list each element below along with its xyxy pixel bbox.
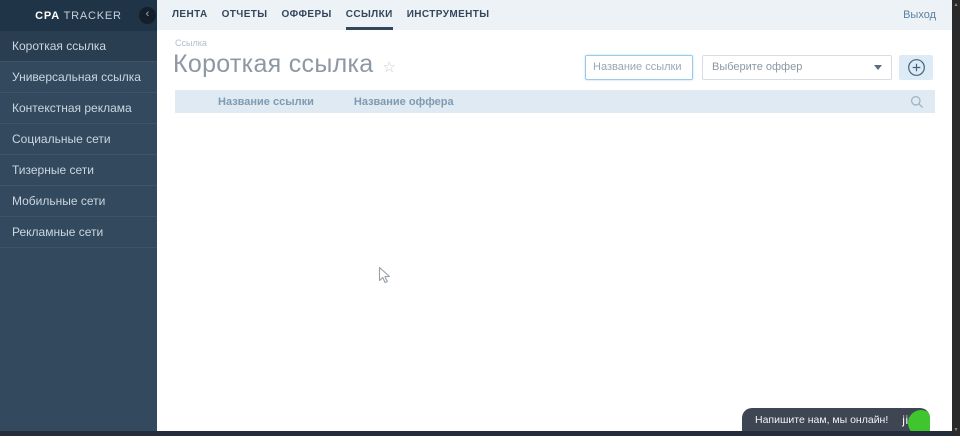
- favorite-star-icon[interactable]: ☆: [383, 58, 396, 76]
- tab-feed[interactable]: ЛЕНТА: [172, 0, 208, 30]
- chevron-left-icon: ‹: [145, 8, 150, 20]
- top-navigation: ЛЕНТА ОТЧЕТЫ ОФФЕРЫ ССЫЛКИ ИНСТРУМЕНТЫ В…: [157, 0, 952, 30]
- sidebar-item-ad-networks[interactable]: Рекламные сети: [0, 217, 157, 248]
- table-search-icon[interactable]: [910, 95, 924, 109]
- sidebar-collapse-button[interactable]: ‹: [139, 7, 156, 24]
- sidebar-item-teaser-networks[interactable]: Тизерные сети: [0, 155, 157, 186]
- main-area: ЛЕНТА ОТЧЕТЫ ОФФЕРЫ ССЫЛКИ ИНСТРУМЕНТЫ В…: [157, 0, 952, 431]
- plus-circle-icon: [907, 58, 926, 77]
- tab-links[interactable]: ССЫЛКИ: [345, 0, 393, 30]
- sidebar-item-mobile-networks[interactable]: Мобильные сети: [0, 186, 157, 217]
- sidebar-item-short-link[interactable]: Короткая ссылка: [0, 31, 157, 62]
- window-bottom-edge: [0, 431, 952, 436]
- page-title: Короткая ссылка: [173, 50, 374, 78]
- scroll-down-icon[interactable]: ▼: [952, 426, 960, 434]
- add-link-button[interactable]: [899, 54, 933, 80]
- chat-bubble-icon: [908, 410, 930, 431]
- app-logo: CPA TRACKER: [35, 10, 122, 22]
- breadcrumb: Ссылка: [175, 38, 207, 48]
- page-title-row: Короткая ссылка ☆: [173, 50, 396, 79]
- tab-tools[interactable]: ИНСТРУМЕНТЫ: [407, 0, 490, 30]
- logout-link[interactable]: Выход: [903, 0, 936, 30]
- tab-reports[interactable]: ОТЧЕТЫ: [222, 0, 268, 30]
- toolbar: Выберите оффер: [585, 54, 933, 80]
- app-logo-bold: CPA: [35, 9, 60, 22]
- sidebar: CPA TRACKER ‹ Короткая ссылка Универсаль…: [0, 0, 157, 431]
- sidebar-item-universal-link[interactable]: Универсальная ссылка: [0, 62, 157, 93]
- sidebar-item-context-ads[interactable]: Контекстная реклама: [0, 93, 157, 124]
- chat-message: Напишите нам, мы онлайн!: [755, 413, 889, 426]
- sidebar-item-social-networks[interactable]: Социальные сети: [0, 124, 157, 155]
- vertical-scrollbar[interactable]: ▲ ▼: [952, 0, 960, 436]
- links-table-header: Название ссылки Название оффера: [175, 90, 935, 113]
- offer-select-value: Выберите оффер: [712, 61, 803, 73]
- app-logo-rest: TRACKER: [59, 9, 122, 22]
- sidebar-header: CPA TRACKER ‹: [0, 0, 157, 31]
- tab-offers[interactable]: ОФФЕРЫ: [282, 0, 332, 30]
- column-header-offer-name[interactable]: Название оффера: [354, 96, 454, 108]
- link-name-input[interactable]: [585, 54, 693, 80]
- column-header-link-name[interactable]: Название ссылки: [218, 96, 314, 108]
- offer-select[interactable]: Выберите оффер: [702, 54, 892, 80]
- caret-down-icon: [874, 64, 882, 70]
- chat-widget[interactable]: Напишите нам, мы онлайн! jivo: [742, 408, 930, 431]
- page-content: Ссылка Короткая ссылка ☆ Выберите оффер: [157, 30, 952, 431]
- scroll-up-icon[interactable]: ▲: [952, 1, 960, 9]
